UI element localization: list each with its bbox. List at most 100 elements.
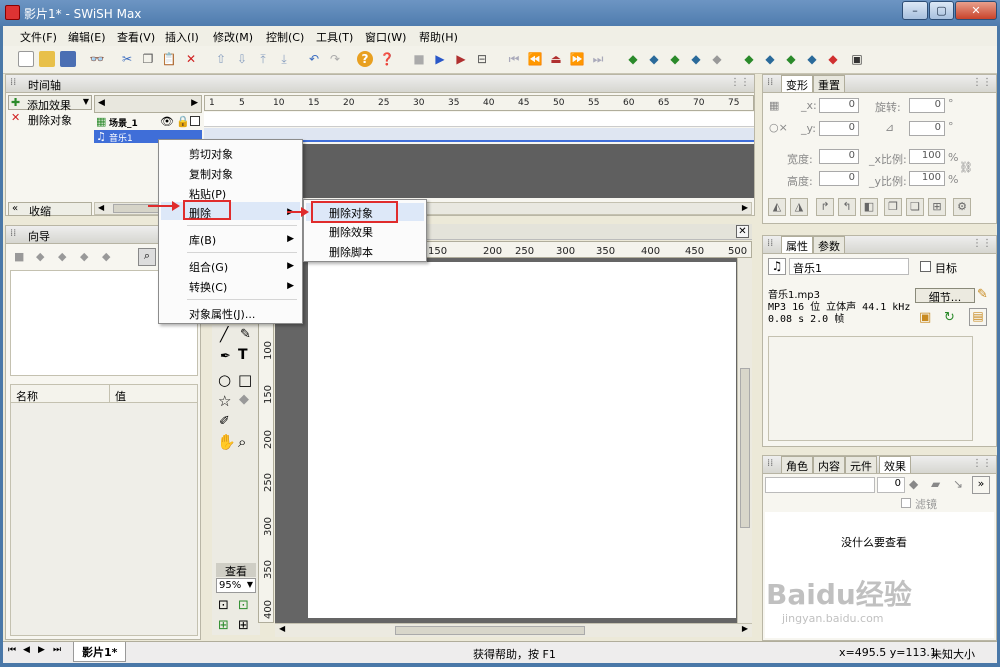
grip-icon[interactable]: ⁞⁞ [10, 77, 16, 88]
x-scale-field[interactable]: 100 [909, 149, 945, 164]
effect-tool-icon[interactable]: ↘ [953, 477, 963, 491]
menu-view[interactable]: 查看(V) [117, 29, 155, 45]
lock-icon[interactable]: 🔒 [176, 115, 190, 128]
context-help-icon[interactable]: ❓ [379, 51, 395, 67]
play-scene-icon[interactable]: ▶ [453, 51, 469, 67]
hand-tool-icon[interactable]: ✋ [217, 433, 236, 451]
text-tool-icon[interactable]: T [238, 347, 248, 363]
guide-tool-icon[interactable]: ◆ [36, 250, 44, 263]
menu-file[interactable]: 文件(F) [20, 29, 57, 45]
last-frame-icon[interactable]: ⏭ [590, 51, 606, 67]
move-bottom-icon[interactable]: ⤓ [276, 51, 292, 67]
prev-doc-icon[interactable]: ◀ [23, 645, 30, 655]
link-icon[interactable]: ⛓ [959, 161, 973, 174]
scene-row[interactable]: ▦ 场景_1 👁 🔒 [94, 115, 202, 129]
guide-tool-icon[interactable]: ◆ [80, 250, 88, 263]
close-button[interactable]: ✕ [955, 1, 997, 20]
object-name-field[interactable]: 音乐1 [789, 258, 909, 275]
scroll-thumb[interactable] [740, 368, 750, 528]
paste-icon[interactable]: 📋 [161, 51, 177, 67]
convert-item[interactable]: 转换(C) [189, 279, 227, 295]
zoom-fit-icon[interactable]: ⊡ [218, 598, 229, 613]
redo-icon[interactable]: ↷ [327, 51, 343, 67]
insert-scene-icon[interactable]: ◆ [625, 51, 641, 67]
scroll-right-icon[interactable]: ▶ [742, 624, 748, 633]
copy-transform-icon[interactable]: ❐ [884, 198, 902, 216]
menu-help[interactable]: 帮助(H) [419, 29, 458, 45]
rotate-ccw-icon[interactable]: ↰ [838, 198, 856, 216]
expand-icon[interactable]: » [972, 476, 990, 494]
grip-icon[interactable]: ⁞⁞ [10, 228, 16, 239]
menu-window[interactable]: 窗口(W) [365, 29, 406, 45]
panel-menu-icon[interactable]: ⋮⋮ [972, 77, 992, 88]
undo-icon[interactable]: ↶ [306, 51, 322, 67]
delete-script-item[interactable]: 删除脚本 [329, 244, 373, 260]
rotate-180-icon[interactable]: ◧ [860, 198, 878, 216]
insert-content-icon[interactable]: ◆ [741, 51, 757, 67]
prev-frame-icon[interactable]: ⏪ [527, 51, 543, 67]
y-scale-field[interactable]: 100 [909, 171, 945, 186]
move-up-icon[interactable]: ⇧ [213, 51, 229, 67]
menu-edit[interactable]: 编辑(E) [68, 29, 106, 45]
scroll-right-icon[interactable]: ▶ [742, 203, 748, 212]
detail-button[interactable]: 细节... [915, 288, 975, 304]
tab-effects[interactable]: 效果 [879, 456, 911, 473]
preview-icon[interactable]: 👓 [89, 51, 105, 67]
rotation-field[interactable]: 0 [909, 98, 945, 113]
eyedropper-tool-icon[interactable]: ✐ [219, 414, 230, 429]
tab-parameters[interactable]: 参数 [813, 236, 845, 253]
grip-icon[interactable]: ⁞⁞ [767, 458, 773, 469]
play-icon[interactable]: ▶ [432, 51, 448, 67]
delete-item[interactable]: 删除 [189, 205, 211, 221]
tab-transform[interactable]: 变形 [781, 75, 813, 92]
copy-icon[interactable]: ❐ [140, 51, 156, 67]
eye-icon[interactable]: 👁 [160, 115, 174, 128]
minimize-button[interactable]: – [902, 1, 928, 20]
zoom-all-icon[interactable]: ⊞ [238, 618, 249, 633]
tab-content[interactable]: 内容 [813, 456, 845, 473]
effect-tool-icon[interactable]: ▰ [931, 477, 940, 491]
menu-modify[interactable]: 修改(M) [213, 29, 253, 45]
next-doc-icon[interactable]: ▶ [38, 645, 45, 655]
scroll-thumb[interactable] [395, 626, 585, 635]
frame-marker-icon[interactable]: ⏏ [548, 51, 564, 67]
y-field[interactable]: 0 [819, 121, 859, 136]
menu-insert[interactable]: 插入(I) [165, 29, 199, 45]
rotate-cw-icon[interactable]: ↱ [816, 198, 834, 216]
first-frame-icon[interactable]: ⏮ [506, 51, 522, 67]
scroll-left-icon[interactable]: ◀ [98, 203, 104, 212]
zoom-100-icon[interactable]: ⊞ [218, 618, 229, 633]
menu-tools[interactable]: 工具(T) [316, 29, 353, 45]
library-item[interactable]: 库(B) [189, 232, 216, 248]
zoom-icon[interactable]: ⌕ [138, 248, 156, 266]
transform-settings-icon[interactable]: ⚙ [953, 198, 971, 216]
width-field[interactable]: 0 [819, 149, 859, 164]
maximize-button[interactable]: ▢ [929, 1, 954, 20]
panel-menu-icon[interactable]: ⋮⋮ [730, 77, 750, 88]
object-properties-item[interactable]: 对象属性(J)... [189, 306, 255, 322]
zoom-select[interactable]: 95% ▼ [216, 578, 256, 593]
sound-refresh-icon[interactable]: ↻ [944, 310, 955, 325]
stop-icon[interactable]: ■ [14, 250, 24, 263]
delete-object-item[interactable]: 删除对象 [329, 205, 373, 221]
copy-object-item[interactable]: 复制对象 [189, 166, 233, 182]
align-icon[interactable]: ⊞ [928, 198, 946, 216]
insert-shape-icon[interactable]: ◆ [825, 51, 841, 67]
insert-image-icon[interactable]: ◆ [709, 51, 725, 67]
add-effect-button[interactable]: ✚ 添加效果 ▼ [8, 95, 92, 112]
scroll-right-icon[interactable]: ▶ [191, 98, 198, 108]
panel-menu-icon[interactable]: ⋮⋮ [972, 458, 992, 469]
shape-tool-icon[interactable]: ◆ [239, 392, 249, 407]
insert-button-icon[interactable]: ◆ [667, 51, 683, 67]
play-timeline-icon[interactable]: ⊟ [474, 51, 490, 67]
anchor-icon[interactable]: ▦ [769, 99, 779, 112]
sound-export-icon[interactable]: ▤ [969, 308, 987, 326]
cut-object-item[interactable]: 剪切对象 [189, 146, 233, 162]
help-icon[interactable]: ? [357, 51, 373, 67]
flip-v-icon[interactable]: ◮ [790, 198, 808, 216]
flip-h-icon[interactable]: ◭ [768, 198, 786, 216]
star-tool-icon[interactable]: ☆ [218, 392, 231, 410]
delete-effect-item[interactable]: 删除效果 [329, 224, 373, 240]
menu-control[interactable]: 控制(C) [266, 29, 304, 45]
insert-script-icon[interactable]: ◆ [783, 51, 799, 67]
